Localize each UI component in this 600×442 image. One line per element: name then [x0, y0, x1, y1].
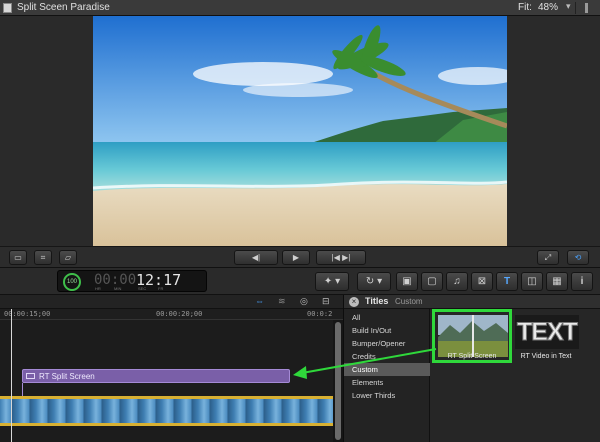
- browser-header: × Titles Custom: [344, 295, 600, 309]
- beach-preview-image: [93, 16, 507, 246]
- category-item-bumper-opener[interactable]: Bumper/Opener: [344, 337, 430, 350]
- dashboard[interactable]: 100 00:00 12:17 HR MIN SEC FR: [57, 270, 207, 292]
- music-note-icon[interactable]: ♫: [446, 272, 468, 291]
- generators-icon[interactable]: ◫: [521, 272, 543, 291]
- title-thumbnail-rt-video-in-text[interactable]: TEXT: [515, 315, 579, 349]
- video-overlay-icon[interactable]: ▭: [9, 250, 27, 265]
- photo-camera-icon[interactable]: ▢: [421, 272, 443, 291]
- category-item-elements[interactable]: Elements: [344, 376, 430, 389]
- document-icon: [3, 3, 12, 13]
- video-preview[interactable]: [93, 16, 507, 246]
- playhead[interactable]: [11, 309, 12, 442]
- transport-bar: ▭ ⌗ ▱ ◀| ▶ |◀ ▶| ⤢ ⟲: [0, 246, 600, 268]
- browser-title: Titles: [365, 296, 389, 306]
- timecode-unit: HR: [95, 286, 101, 291]
- timeline-scrollbar[interactable]: [333, 320, 343, 442]
- timecode-unit: SEC: [138, 286, 147, 291]
- ruler-tick-label: 00:0:2: [307, 310, 333, 318]
- category-list: All Build In/Out Bumper/Opener Credits C…: [344, 309, 430, 442]
- viewer: [0, 16, 600, 246]
- scrollbar-thumb[interactable]: [335, 322, 341, 440]
- previous-frame-button[interactable]: ◀|: [234, 250, 278, 265]
- video-in-text-thumbnail-text: TEXT: [517, 318, 579, 347]
- category-item-lower-thirds[interactable]: Lower Thirds: [344, 389, 430, 402]
- category-item-custom[interactable]: Custom: [344, 363, 430, 376]
- title-item-label: RT Video in Text: [520, 353, 572, 360]
- titles-browser: × Titles Custom All Build In/Out Bumper/…: [343, 295, 600, 442]
- storyline-audio-edge: [0, 423, 333, 426]
- audio-waveform-icon[interactable]: ≋: [278, 296, 286, 307]
- timecode-unit: MIN: [114, 286, 122, 291]
- window-title-bar: Split Sceen Paradise Fit: 48% ▾: [0, 0, 600, 16]
- enhance-wand-icon[interactable]: ✦ ▾: [315, 272, 349, 291]
- background-tasks-indicator[interactable]: 100: [63, 273, 81, 291]
- timeline-ruler[interactable]: 00:00:15;00 00:00:20;00 00:0:2: [0, 309, 343, 320]
- next-edit-button[interactable]: |◀ ▶|: [316, 250, 366, 265]
- themes-icon[interactable]: ▦: [546, 272, 568, 291]
- timecode-unit: FR: [158, 286, 164, 291]
- chevron-down-icon[interactable]: ▾: [566, 1, 571, 12]
- category-item-credits[interactable]: Credits: [344, 350, 430, 363]
- transform-icon[interactable]: ⌗: [34, 250, 52, 265]
- primary-storyline-clip[interactable]: [0, 399, 333, 423]
- clip-appearance-icon[interactable]: ⇔: [255, 296, 264, 306]
- view-options-handle[interactable]: [585, 3, 588, 13]
- connection-line: [22, 383, 23, 396]
- info-icon[interactable]: i: [571, 272, 593, 291]
- category-item-all[interactable]: All: [344, 311, 430, 324]
- distort-icon[interactable]: ▱: [59, 250, 77, 265]
- toolbar: 100 00:00 12:17 HR MIN SEC FR ✦ ▾ ↻ ▾ ▣ …: [0, 268, 600, 295]
- fullscreen-icon[interactable]: ⤢: [537, 250, 559, 265]
- title-clip-icon: [26, 373, 35, 379]
- category-item-build-in-out[interactable]: Build In/Out: [344, 324, 430, 337]
- media-browser-icon[interactable]: ▣: [396, 272, 418, 291]
- zoom-fit-label: Fit:: [518, 2, 532, 13]
- titles-icon[interactable]: T: [496, 272, 518, 291]
- window-title: Split Sceen Paradise: [17, 2, 110, 13]
- loop-icon[interactable]: ⟲: [567, 250, 589, 265]
- play-button[interactable]: ▶: [282, 250, 310, 265]
- title-clip[interactable]: RT Split Screen: [22, 369, 290, 383]
- snapping-icon[interactable]: ⊟: [322, 296, 330, 307]
- retime-icon[interactable]: ↻ ▾: [357, 272, 391, 291]
- solo-icon[interactable]: ◎: [300, 296, 308, 307]
- close-icon[interactable]: ×: [349, 297, 359, 307]
- divider: [575, 2, 576, 14]
- timeline-header: ⇔ ≋ ◎ ⊟: [0, 295, 343, 309]
- zoom-fit-value[interactable]: 48%: [538, 2, 558, 13]
- transitions-icon[interactable]: ⊠: [471, 272, 493, 291]
- ruler-tick-label: 00:00:20;00: [156, 310, 203, 318]
- title-clip-label: RT Split Screen: [39, 372, 95, 381]
- browser-subtitle: Custom: [395, 297, 423, 306]
